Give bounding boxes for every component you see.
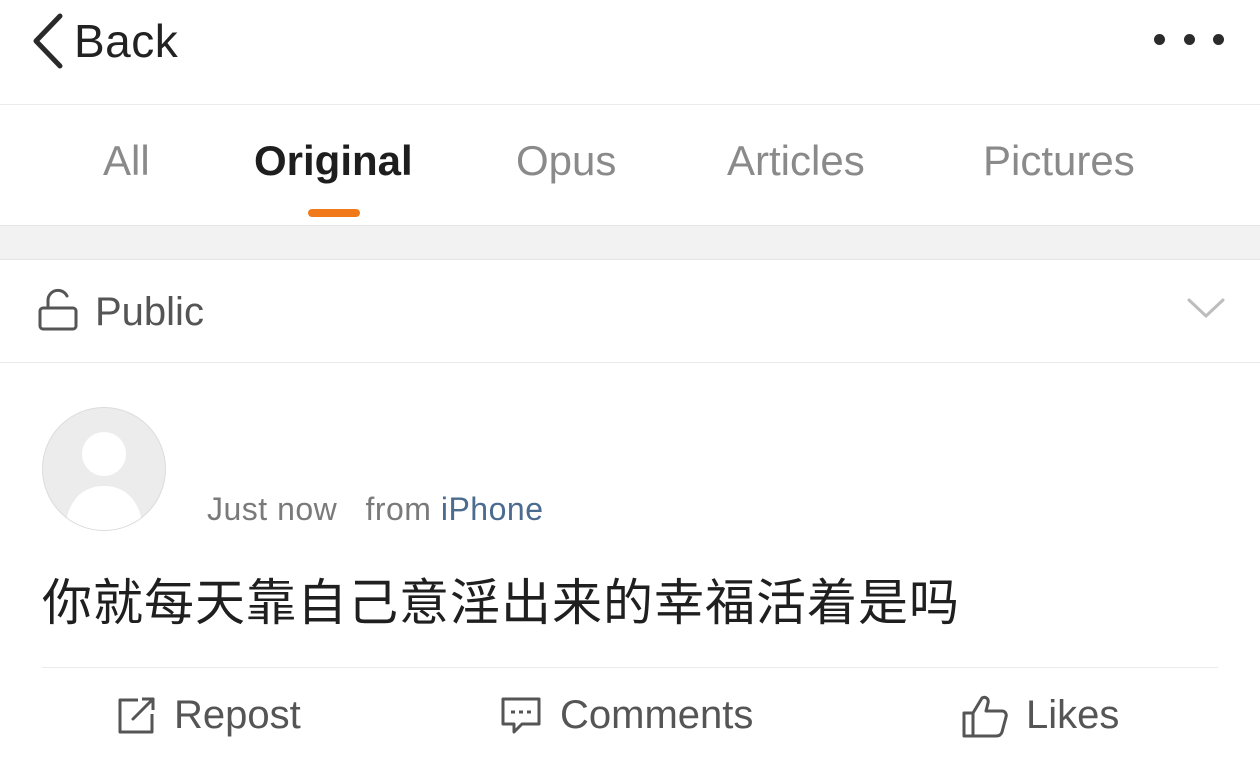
repost-label: Repost [174,693,301,737]
active-tab-indicator [308,209,360,217]
repost-button[interactable]: Repost [116,693,301,738]
post-from-label: from [365,491,432,527]
default-avatar-icon [65,432,143,530]
visibility-selector[interactable]: Public [0,260,1260,363]
post-time: Just now [207,491,338,527]
unlock-icon [38,288,78,337]
comments-button[interactable]: Comments [500,693,753,738]
chevron-left-icon [30,12,64,70]
section-separator [0,225,1260,260]
more-dots-icon [1154,33,1165,45]
tab-opus[interactable]: Opus [516,137,616,185]
divider [42,667,1218,668]
filter-tabs: All Original Opus Articles Pictures [0,105,1260,225]
likes-button[interactable]: Likes [962,693,1119,738]
top-nav-bar: Back [0,0,1260,105]
visibility-label: Public [95,290,204,334]
comment-icon [500,696,542,736]
thumbs-up-icon [962,694,1008,738]
tab-original[interactable]: Original [254,137,413,185]
repost-icon [116,696,156,736]
avatar[interactable] [42,407,166,531]
post-source-link[interactable]: iPhone [441,491,544,527]
tab-pictures[interactable]: Pictures [983,137,1135,185]
more-options-button[interactable] [1154,26,1224,52]
tab-articles[interactable]: Articles [727,137,865,185]
post-meta: Just now from iPhone [207,491,543,528]
back-label: Back [74,15,179,67]
post-text: 你就每天靠自己意淫出来的幸福活着是吗 [42,574,960,632]
post-action-bar: Repost Comments Likes [0,669,1260,757]
tab-all[interactable]: All [103,137,150,185]
chevron-down-icon [1186,296,1226,325]
likes-label: Likes [1026,693,1120,737]
back-button[interactable]: Back [30,6,178,76]
post-card: Just now from iPhone 你就每天靠自己意淫出来的幸福活着是吗 … [0,363,1260,757]
comments-label: Comments [560,693,754,737]
